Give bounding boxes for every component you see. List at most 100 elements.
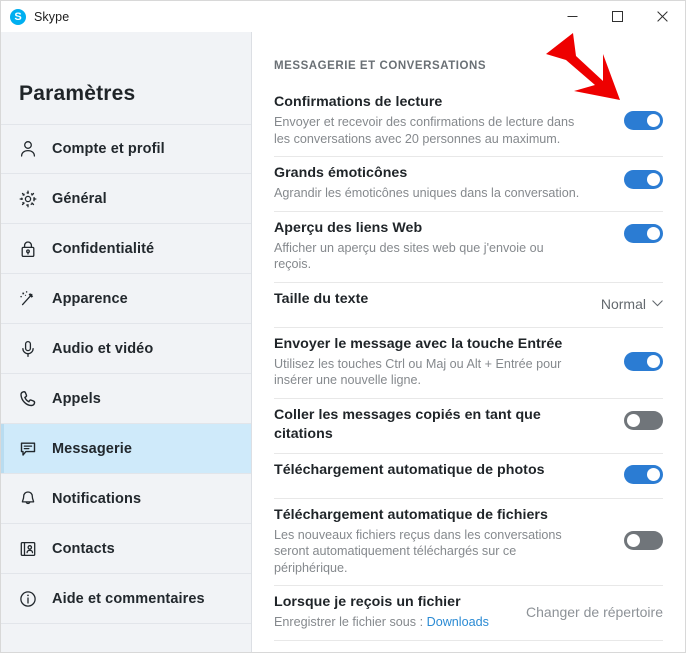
sidebar-item-audio-et-video[interactable]: Audio et vidéo [1, 324, 251, 374]
chevron-down-icon [652, 300, 663, 307]
toggle-large-emoticons[interactable] [624, 169, 663, 189]
sidebar-item-aide-et-commentaires[interactable]: Aide et commentaires [1, 574, 251, 624]
setting-control [624, 219, 663, 247]
sidebar-item-label: Appels [52, 390, 101, 407]
setting-control: Normal [601, 290, 663, 318]
setting-text: Téléchargement automatique de photos [274, 461, 580, 480]
setting-title: Coller les messages copiés en tant que c… [274, 406, 541, 442]
sidebar-item-label: Messagerie [52, 440, 132, 457]
save-path-prefix: Enregistrer le fichier sous : [274, 615, 427, 629]
info-circle-icon [17, 588, 39, 610]
settings-main-panel: MESSAGERIE ET CONVERSATIONS Confirmation… [252, 32, 685, 652]
section-header: MESSAGERIE ET CONVERSATIONS [274, 60, 487, 72]
setting-description: Agrandir les émoticônes uniques dans la … [274, 186, 580, 200]
save-path-link[interactable]: Downloads [427, 615, 489, 629]
toggle-knob [627, 534, 640, 548]
setting-row-read-receipts: Confirmations de lecture Envoyer et rece… [274, 86, 663, 157]
setting-title: Lorsque je reçois un fichier [274, 594, 461, 610]
sidebar-item-label: Contacts [52, 540, 115, 557]
phone-icon [17, 388, 39, 410]
setting-title: Taille du texte [274, 290, 369, 307]
setting-text: Téléchargement automatique de fichiers L… [274, 506, 580, 577]
setting-description: Utilisez les touches Ctrl ou Maj ou Alt … [274, 356, 562, 388]
sidebar-item-label: Confidentialité [52, 240, 155, 257]
setting-control: Changer de répertoire [526, 598, 663, 626]
setting-row-auto-download-files: Téléchargement automatique de fichiers L… [274, 499, 663, 586]
setting-row-paste-as-quote: Coller les messages copiés en tant que c… [274, 399, 663, 454]
sidebar-item-confidentialite[interactable]: Confidentialité [1, 224, 251, 274]
toggle-knob [627, 414, 640, 427]
page-title: Paramètres [19, 82, 136, 105]
setting-control [624, 348, 663, 376]
sidebar-item-label: Aide et commentaires [52, 590, 205, 607]
sidebar-item-messagerie[interactable]: Messagerie [1, 424, 251, 474]
maximize-button[interactable] [595, 1, 640, 32]
setting-text: Aperçu des liens Web Afficher un aperçu … [274, 219, 580, 273]
microphone-icon [17, 338, 39, 360]
setting-title: Envoyer le message avec la touche Entrée [274, 335, 563, 352]
toggle-auto-download-photos[interactable] [624, 465, 663, 484]
close-button[interactable] [640, 1, 685, 32]
toggle-knob [647, 227, 660, 240]
setting-row-file-save-location: Lorsque je reçois un fichier Enregistrer… [274, 586, 663, 641]
toggle-send-with-enter[interactable] [624, 352, 663, 371]
toggle-paste-as-quote[interactable] [624, 411, 663, 430]
toggle-knob [647, 172, 660, 186]
setting-text: Taille du texte [274, 290, 580, 309]
sidebar-item-label: Notifications [52, 490, 142, 507]
title-bar-left: S Skype [1, 8, 69, 25]
setting-title: Téléchargement automatique de fichiers [274, 506, 548, 523]
sidebar-item-notifications[interactable]: Notifications [1, 474, 251, 524]
setting-control [624, 461, 663, 489]
skype-settings-window: S Skype Paramètres Compte et profil Géné… [0, 0, 686, 653]
sidebar-item-label: Général [52, 190, 107, 207]
sidebar-item-apparence[interactable]: Apparence [1, 274, 251, 324]
setting-description: Enregistrer le fichier sous : Downloads [274, 614, 516, 631]
toggle-read-receipts[interactable] [624, 110, 663, 130]
settings-sidebar: Paramètres Compte et profil Général Conf… [1, 32, 252, 652]
toggle-knob [647, 355, 660, 368]
title-bar: S Skype [1, 1, 685, 32]
toggle-auto-download-files[interactable] [624, 531, 663, 551]
setting-row-large-emoticons: Grands émoticônes Agrandir les émoticône… [274, 157, 663, 212]
window-controls [550, 1, 685, 32]
setting-row-send-with-enter: Envoyer le message avec la touche Entrée… [274, 328, 663, 399]
person-icon [17, 138, 39, 160]
change-directory-button[interactable]: Changer de répertoire [526, 604, 663, 620]
setting-control [624, 406, 663, 434]
toggle-knob [647, 468, 660, 481]
setting-control [624, 527, 663, 555]
setting-title: Grands émoticônes [274, 165, 408, 181]
setting-description: Les nouveaux fichiers reçus dans les con… [274, 527, 562, 575]
sidebar-item-appels[interactable]: Appels [1, 374, 251, 424]
setting-row-auto-download-photos: Téléchargement automatique de photos [274, 454, 663, 499]
setting-title: Téléchargement automatique de photos [274, 461, 545, 478]
sidebar-item-general[interactable]: Général [1, 174, 251, 224]
sidebar-item-label: Compte et profil [52, 141, 165, 157]
sidebar-item-label: Apparence [52, 290, 128, 307]
toggle-web-link-previews[interactable] [624, 224, 663, 243]
setting-text: Confirmations de lecture Envoyer et rece… [274, 93, 580, 147]
minimize-button[interactable] [550, 1, 595, 32]
toggle-knob [647, 113, 660, 127]
sidebar-nav: Compte et profil Général Confidentialité… [1, 124, 251, 624]
setting-control [624, 164, 663, 192]
contact-card-icon [17, 538, 39, 560]
setting-row-text-size: Taille du texte Normal [274, 283, 663, 328]
sidebar-item-label: Audio et vidéo [52, 340, 154, 357]
setting-title: Aperçu des liens Web [274, 219, 423, 236]
gear-icon [17, 188, 39, 210]
chat-bubble-icon [17, 438, 39, 460]
setting-control [624, 106, 663, 134]
magic-wand-icon [17, 288, 39, 310]
sidebar-item-compte-et-profil[interactable]: Compte et profil [1, 124, 251, 174]
skype-logo-icon: S [10, 8, 26, 25]
sidebar-item-contacts[interactable]: Contacts [1, 524, 251, 574]
dropdown-text-size[interactable]: Normal [601, 296, 663, 312]
dropdown-value: Normal [600, 295, 646, 312]
setting-description: Envoyer et recevoir des confirmations de… [274, 115, 575, 146]
setting-text: Grands émoticônes Agrandir les émoticône… [274, 164, 580, 202]
lock-icon [17, 238, 39, 260]
bell-icon [17, 488, 39, 510]
setting-text: Envoyer le message avec la touche Entrée… [274, 335, 580, 389]
